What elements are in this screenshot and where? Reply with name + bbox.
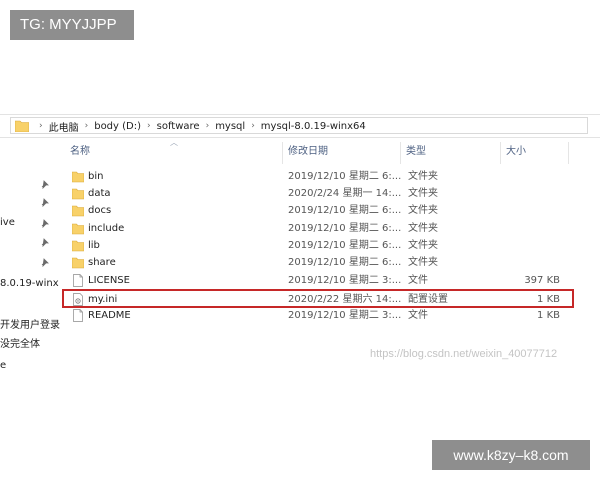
file-type: 文件 [408, 275, 428, 286]
folder-icon [72, 188, 84, 200]
folder-icon [72, 223, 84, 235]
file-type: 配置设置 [408, 294, 448, 305]
chevron-right-icon: › [251, 121, 255, 131]
table-row[interactable]: LICENSE 2019/12/10 星期二 3:... 文件 397 KB [66, 272, 566, 289]
file-size: 397 KB [524, 275, 560, 286]
file-name: my.ini [88, 294, 118, 305]
table-row[interactable]: docs 2019/12/10 星期二 6:... 文件夹 [66, 202, 566, 219]
breadcrumb: › 此电脑 › body (D:) › software › mysql › m… [33, 119, 366, 134]
file-icon [73, 274, 83, 287]
nav-item-mysql-folder[interactable]: 8.0.19-winx [0, 278, 59, 289]
file-type: 文件夹 [408, 205, 438, 216]
tg-label-badge: TG: MYYJJPP [10, 10, 134, 40]
file-name: bin [88, 171, 104, 182]
highlighted-row-my-ini[interactable]: my.ini 2020/2/22 星期六 14:... 配置设置 1 KB [62, 289, 574, 308]
file-date: 2020/2/22 星期六 14:... [288, 294, 402, 305]
file-date: 2020/2/24 星期一 14:... [288, 188, 402, 199]
breadcrumb-drive[interactable]: body (D:) [94, 121, 141, 132]
column-divider[interactable] [282, 142, 283, 164]
column-header-date[interactable]: 修改日期 [288, 142, 328, 162]
column-header-size[interactable]: 大小 [506, 142, 526, 162]
nav-item-e[interactable]: e [0, 360, 6, 371]
file-date: 2019/12/10 星期二 6:... [288, 205, 402, 216]
table-row[interactable]: lib 2019/12/10 星期二 6:... 文件夹 [66, 237, 566, 254]
column-header-name[interactable]: 名称 [70, 142, 90, 162]
file-name: docs [88, 205, 112, 216]
folder-icon [72, 171, 84, 183]
file-date: 2019/12/10 星期二 3:... [288, 275, 402, 286]
pin-icon[interactable] [40, 219, 49, 228]
pin-icon[interactable] [40, 180, 49, 189]
file-date: 2019/12/10 星期二 6:... [288, 223, 402, 234]
table-row[interactable]: include 2019/12/10 星期二 6:... 文件夹 [66, 220, 566, 237]
nav-item-dev-login[interactable]: 开发用户登录 [0, 316, 60, 331]
file-name: include [88, 223, 125, 234]
table-row[interactable]: README 2019/12/10 星期二 3:... 文件 1 KB [66, 307, 566, 324]
nav-item-complete[interactable]: 没完全体 [0, 335, 40, 350]
file-icon [73, 309, 83, 322]
file-name: data [88, 188, 111, 199]
file-date: 2019/12/10 星期二 6:... [288, 171, 402, 182]
folder-icon [15, 120, 29, 132]
folder-icon [72, 257, 84, 269]
breadcrumb-software[interactable]: software [157, 121, 200, 132]
folder-icon [72, 240, 84, 252]
file-name: LICENSE [88, 275, 130, 286]
nav-item-drive[interactable]: ive [0, 217, 15, 228]
table-row[interactable]: bin 2019/12/10 星期二 6:... 文件夹 [66, 168, 566, 185]
chevron-right-icon: › [205, 121, 210, 131]
file-type: 文件夹 [408, 257, 438, 268]
site-label-badge: www.k8zy–k8.com [432, 440, 590, 470]
pin-icon[interactable] [40, 238, 49, 247]
column-divider[interactable] [400, 142, 401, 164]
table-row[interactable]: data 2020/2/24 星期一 14:... 文件夹 [66, 185, 566, 202]
column-header-type[interactable]: 类型 [406, 142, 426, 162]
pin-icon[interactable] [40, 198, 49, 207]
pin-icon[interactable] [40, 258, 49, 267]
chevron-right-icon: › [84, 121, 89, 131]
address-box[interactable]: › 此电脑 › body (D:) › software › mysql › m… [10, 117, 588, 134]
file-name: README [88, 310, 131, 321]
breadcrumb-mysql-version[interactable]: mysql-8.0.19-winx64 [261, 121, 366, 132]
chevron-right-icon: › [147, 121, 151, 131]
breadcrumb-this-pc[interactable]: 此电脑 [49, 119, 79, 134]
file-type: 文件夹 [408, 223, 438, 234]
file-date: 2019/12/10 星期二 6:... [288, 257, 402, 268]
file-type: 文件夹 [408, 171, 438, 182]
table-row[interactable]: share 2019/12/10 星期二 6:... 文件夹 [66, 254, 566, 271]
column-divider[interactable] [568, 142, 569, 164]
folder-icon [72, 205, 84, 217]
breadcrumb-mysql[interactable]: mysql [215, 121, 245, 132]
chevron-right-icon: › [39, 121, 43, 131]
file-date: 2019/12/10 星期二 6:... [288, 240, 402, 251]
csdn-watermark: https://blog.csdn.net/weixin_40077712 [370, 348, 558, 360]
file-type: 文件夹 [408, 240, 438, 251]
navigation-pane: ive 8.0.19-winx 开发用户登录 没完全体 e [0, 140, 60, 380]
file-type: 文件夹 [408, 188, 438, 199]
file-name: lib [88, 240, 100, 251]
file-size: 1 KB [537, 294, 560, 305]
address-bar: › 此电脑 › body (D:) › software › mysql › m… [0, 114, 600, 138]
sort-up-icon: ︿ [170, 138, 178, 147]
file-type: 文件 [408, 310, 428, 321]
file-name: share [88, 257, 116, 268]
file-size: 1 KB [537, 310, 560, 321]
column-divider[interactable] [500, 142, 501, 164]
file-date: 2019/12/10 星期二 3:... [288, 310, 402, 321]
config-file-icon [73, 293, 83, 306]
